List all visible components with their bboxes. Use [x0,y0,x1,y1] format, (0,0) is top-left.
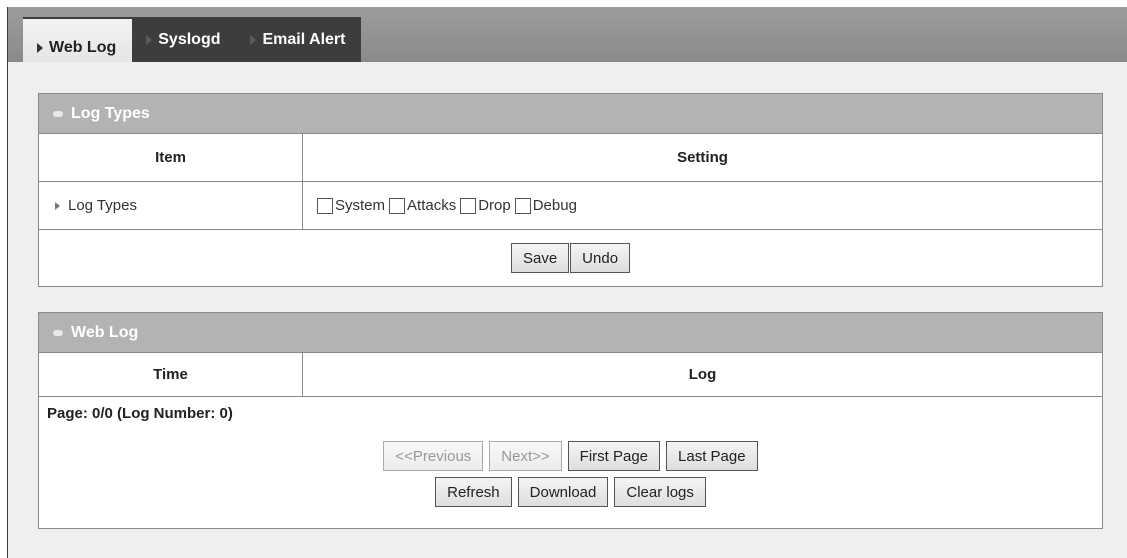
table-header-row: Time Log [39,353,1102,397]
tab-label: Syslogd [158,30,221,48]
tab-syslogd[interactable]: Syslogd [132,17,237,62]
web-log-panel: Web Log Time Log Page: 0/0 (Log Number: … [38,312,1103,529]
tab-email-alert[interactable]: Email Alert [236,17,362,62]
checkbox-attacks[interactable]: Attacks [389,197,456,214]
column-header-item: Item [39,134,303,181]
last-page-button[interactable]: Last Page [666,441,758,471]
main-frame: Web Log Syslogd Email Alert Log Types It… [7,7,1127,558]
log-types-panel: Log Types Item Setting Log Types System [38,93,1103,287]
tab-bar: Web Log Syslogd Email Alert [8,7,1127,62]
page-info: Page: 0/0 (Log Number: 0) [47,405,233,422]
save-button[interactable]: Save [510,243,570,273]
checkbox-drop[interactable]: Drop [460,197,511,214]
checkbox-icon[interactable] [389,197,406,214]
download-button[interactable]: Download [517,477,609,507]
tab-web-log[interactable]: Web Log [23,17,133,62]
row-label: Log Types [39,197,137,214]
previous-button[interactable]: <<Previous [383,441,484,471]
save-undo-group: Save Undo [510,243,631,273]
checkbox-icon[interactable] [317,197,333,214]
checkbox-debug[interactable]: Debug [514,197,577,214]
table-header-row: Item Setting [39,134,1102,182]
tab-label: Web Log [49,38,117,56]
checkbox-icon[interactable] [514,197,531,214]
bullet-icon [53,329,63,336]
action-row: Save Undo [39,230,1102,286]
refresh-button[interactable]: Refresh [435,477,512,507]
bullet-icon [53,110,63,117]
arrow-right-icon [146,34,153,45]
arrow-right-icon [250,34,257,45]
checkbox-label: Drop [478,197,511,214]
panel-header: Log Types [39,94,1102,134]
checkbox-label: System [335,197,386,214]
column-header-setting: Setting [677,149,728,166]
pagination-buttons: <<Previous Next>> First Page Last Page [39,441,1102,471]
panel-header: Web Log [39,313,1102,353]
row-label-text: Log Types [68,197,137,214]
checkbox-icon[interactable] [460,197,477,214]
column-header-log: Log [688,366,717,383]
tab-label: Email Alert [262,30,346,48]
arrow-right-icon [37,42,43,53]
row-setting-cell: System Attacks Drop Debug [303,182,1102,229]
log-action-buttons: Refresh Download Clear logs [39,477,1102,507]
column-header-time: Time [39,353,303,396]
triangle-right-icon [55,201,60,210]
checkbox-label: Debug [532,197,577,214]
checkbox-label: Attacks [407,197,457,214]
tab-list: Web Log Syslogd Email Alert [23,17,362,62]
checkbox-system[interactable]: System [317,197,385,214]
panel-title: Log Types [71,104,150,122]
pagination-area: Page: 0/0 (Log Number: 0) <<Previous Nex… [39,397,1102,528]
clear-logs-button[interactable]: Clear logs [614,477,706,507]
panel-title: Web Log [71,323,139,341]
table-row: Log Types System Attacks Drop Debug [39,182,1102,230]
first-page-button[interactable]: First Page [567,441,661,471]
row-label-cell: Log Types [39,182,303,229]
next-button[interactable]: Next>> [489,441,562,471]
log-type-checkboxes: System Attacks Drop Debug [303,197,581,214]
undo-button[interactable]: Undo [570,243,631,273]
